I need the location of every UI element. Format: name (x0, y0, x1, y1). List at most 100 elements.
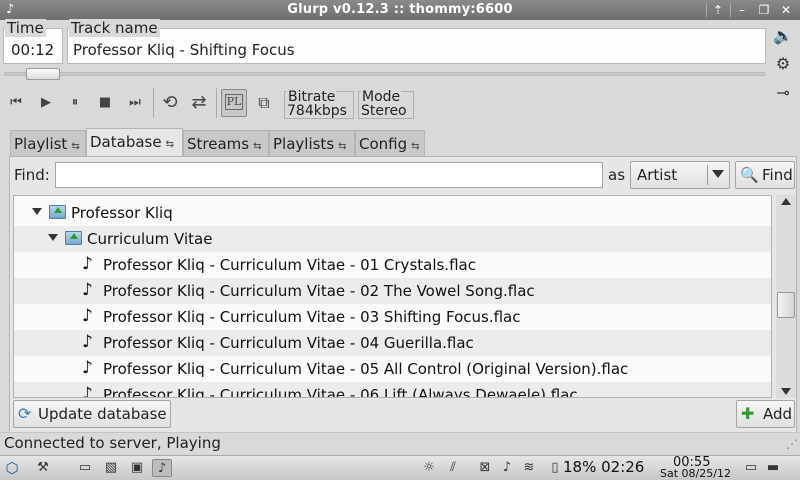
tab-playlist[interactable]: Playlist ⇆ (10, 130, 86, 156)
seek-slider[interactable] (4, 68, 766, 80)
repeat-icon[interactable]: ⟲ (158, 91, 182, 115)
next-icon[interactable]: ⏭ (123, 91, 147, 115)
search-field-value: Artist (637, 166, 678, 184)
bitrate-box: Bitrate 784kbps (284, 89, 354, 119)
tab-arrows-icon: ⇆ (411, 141, 420, 152)
scroll-thumb[interactable] (777, 292, 795, 318)
volume-note-icon[interactable]: ♪ (497, 459, 517, 477)
tab-database[interactable]: Database ⇆ (86, 128, 183, 157)
as-label: as (608, 166, 626, 184)
status-text: Connected to server, Playing (4, 434, 221, 452)
titlebar-separator (706, 3, 707, 17)
tab-arrows-icon: ⇆ (338, 141, 347, 152)
browser-icon[interactable]: ⧉ (252, 91, 276, 115)
music-note-icon: ♪ (82, 332, 93, 352)
playlist-toggle-button[interactable]: PL (221, 89, 247, 117)
pause-icon[interactable]: ⏸ (63, 91, 87, 115)
expander-open-icon[interactable] (48, 234, 58, 241)
search-field-select[interactable]: Artist (630, 161, 730, 189)
time-label: Time (5, 19, 46, 37)
minimize-button[interactable]: – (732, 1, 752, 19)
status-bar: Connected to server, Playing ⋰ (0, 432, 800, 454)
random-icon[interactable]: ⇄ (187, 91, 211, 115)
tree-row[interactable]: Professor Kliq (14, 200, 771, 226)
shade-up-icon[interactable]: ⇡ (708, 1, 728, 19)
chevron-down-icon (712, 170, 724, 178)
scroll-up-icon[interactable] (781, 198, 791, 205)
toolbar-separator (216, 88, 217, 118)
tree-row[interactable]: ♪ Professor Kliq - Curriculum Vitae - 01… (14, 252, 771, 278)
tab-config[interactable]: Config ⇆ (355, 130, 425, 156)
add-button[interactable]: ✚ Add (736, 400, 795, 428)
time-value: 00:12 (11, 41, 55, 59)
bitrate-value: 784kbps (287, 103, 347, 119)
refresh-icon: ⟳ (18, 404, 32, 423)
tree-row[interactable]: ♪ Professor Kliq - Curriculum Vitae - 03… (14, 304, 771, 330)
play-icon[interactable]: ▶ (34, 91, 58, 115)
maximize-button[interactable]: ❐ (754, 1, 774, 19)
music-note-icon: ♪ (82, 306, 93, 326)
music-note-icon: ♪ (82, 280, 93, 300)
tools-icon[interactable]: ⚒ (33, 459, 53, 477)
window-titlebar[interactable]: ♪ Glurp v0.12.3 :: thommy:6600 ⇡ – ❐ ✕ (0, 0, 800, 20)
seek-track (4, 72, 766, 76)
tree-row[interactable]: ♪ Professor Kliq - Curriculum Vitae - 04… (14, 330, 771, 356)
connection-icon[interactable]: ⚙ (772, 54, 794, 73)
find-button-label: Find (762, 166, 793, 184)
database-tree[interactable]: Professor Kliq Curriculum Vitae ♪ Profes… (13, 195, 772, 398)
tab-streams[interactable]: Streams ⇆ (183, 130, 269, 156)
tab-arrows-icon: ⇆ (71, 141, 80, 152)
mixer-icon[interactable]: ⊠ (475, 459, 495, 477)
signal-icon[interactable]: ⫽ (443, 459, 463, 477)
tree-row[interactable]: Curriculum Vitae (14, 226, 771, 252)
file-manager-icon[interactable]: ▧ (101, 459, 121, 477)
folder-icon (49, 205, 66, 219)
battery-status: 18% 02:26 (563, 458, 645, 476)
workspace-icon[interactable]: ▬ (763, 459, 783, 477)
glurp-task-button[interactable]: ♪ (152, 459, 172, 477)
tree-row[interactable]: ♪ Professor Kliq - Curriculum Vitae - 02… (14, 278, 771, 304)
desktop-icon[interactable]: ▭ (75, 459, 95, 477)
mode-box: Mode Stereo (358, 89, 414, 119)
plug-icon[interactable]: ⊸ (772, 83, 794, 102)
wifi-icon[interactable]: ≋ (519, 459, 539, 477)
search-icon: 🔍 (740, 166, 759, 184)
music-note-icon: ♪ (82, 384, 93, 398)
find-label: Find: (14, 166, 50, 184)
track-name: Professor Kliq - Shifting Focus (73, 41, 295, 59)
combo-separator (707, 165, 708, 185)
find-input[interactable] (55, 162, 603, 188)
plus-icon: ✚ (741, 404, 755, 423)
tab-playlists[interactable]: Playlists ⇆ (269, 130, 355, 156)
window-title: Glurp v0.12.3 :: thommy:6600 (287, 2, 513, 17)
folder-icon (65, 231, 82, 245)
find-button[interactable]: 🔍 Find (735, 161, 795, 189)
tree-scrollbar[interactable] (776, 195, 796, 398)
taskbar: ⬡ ⚒ ▭ ▧ ▣ ♪ ☼ ⫽ ⊠ ♪ ≋ ▯ 18% 02:26 00:55 … (0, 455, 800, 480)
show-desktop-icon[interactable]: ▭ (741, 459, 761, 477)
update-database-button[interactable]: ⟳ Update database (13, 400, 171, 428)
stop-icon[interactable]: ■ (93, 91, 117, 115)
tree-row[interactable]: ♪ Professor Kliq - Curriculum Vitae - 05… (14, 356, 771, 382)
track-label: Track name (69, 19, 160, 37)
scroll-down-icon[interactable] (781, 388, 791, 395)
start-menu-icon[interactable]: ⬡ (2, 459, 22, 477)
tab-arrows-icon: ⇆ (165, 139, 174, 150)
tree-row[interactable]: ♪ Professor Kliq - Curriculum Vitae - 06… (14, 382, 771, 398)
tab-arrows-icon: ⇆ (253, 141, 262, 152)
pl-icon: PL (225, 94, 243, 110)
mode-value: Stereo (361, 103, 407, 119)
volume-icon[interactable]: 🔈 (772, 26, 794, 45)
terminal-icon[interactable]: ▣ (127, 459, 147, 477)
close-button[interactable]: ✕ (776, 1, 796, 19)
seek-handle[interactable] (26, 68, 60, 80)
brightness-icon[interactable]: ☼ (419, 459, 439, 477)
battery-icon[interactable]: ▯ (550, 459, 560, 477)
clock-date: Sat 08/25/12 (660, 467, 731, 480)
toolbar-separator (153, 88, 154, 118)
previous-icon[interactable]: ⏮ (4, 91, 28, 115)
music-note-icon: ♪ (82, 358, 93, 378)
resize-grip-icon[interactable]: ⋰ (786, 437, 798, 451)
music-note-icon: ♪ (82, 254, 93, 274)
expander-open-icon[interactable] (32, 208, 42, 215)
